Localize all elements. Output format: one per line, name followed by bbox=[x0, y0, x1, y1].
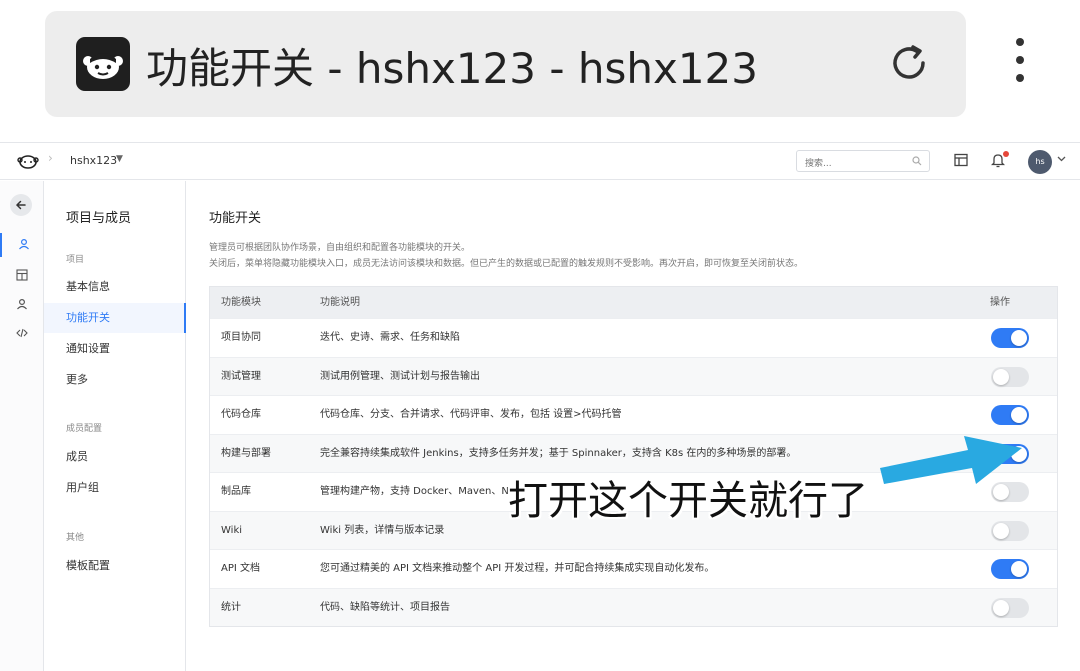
feature-toggle-switch[interactable] bbox=[991, 520, 1029, 541]
toggle-knob bbox=[993, 368, 1009, 385]
table-row: 统计 代码、缺陷等统计、项目报告 bbox=[210, 587, 1057, 626]
more-menu-icon[interactable] bbox=[1004, 38, 1036, 90]
table-header: 功能模块 功能说明 操作 bbox=[210, 287, 1057, 318]
code-icon bbox=[16, 328, 28, 338]
table-row: API 文档 您可通过精美的 API 文档来推动整个 API 开发过程，并可配合持… bbox=[210, 549, 1057, 588]
site-logo-icon[interactable] bbox=[17, 151, 39, 171]
annotation-text: 打开这个开关就行了 bbox=[508, 478, 868, 524]
table-row: 项目协同 迭代、史诗、需求、任务和缺陷 bbox=[210, 318, 1057, 357]
project-switcher[interactable]: hshx123 bbox=[70, 154, 117, 167]
sidebar-group-label: 其他 bbox=[66, 533, 85, 543]
module-name: 制品库 bbox=[221, 486, 251, 497]
search-box[interactable] bbox=[796, 150, 930, 174]
table-row: 测试管理 测试用例管理、测试计划与报告输出 bbox=[210, 356, 1057, 395]
sidebar-item-basic-info[interactable]: 基本信息 bbox=[44, 272, 186, 302]
avatar[interactable]: hs bbox=[1028, 150, 1052, 174]
sidebar-group-label: 项目 bbox=[66, 255, 85, 265]
address-bar[interactable]: 功能开关 - hshx123 - hshx123 bbox=[45, 11, 966, 117]
module-description: Wiki 列表，详情与版本记录 bbox=[320, 524, 445, 536]
toggle-knob bbox=[1011, 561, 1027, 577]
sidebar-item-templates[interactable]: 模板配置 bbox=[44, 551, 186, 581]
chevron-down-icon[interactable] bbox=[1057, 156, 1066, 162]
rail-item-code[interactable] bbox=[0, 322, 44, 346]
column-header: 功能模块 bbox=[221, 297, 261, 308]
module-name: 代码仓库 bbox=[221, 409, 261, 420]
sidebar-group-label: 成员配置 bbox=[66, 424, 103, 434]
sidebar-item-feature-toggles[interactable]: 功能开关 bbox=[44, 303, 186, 333]
description-line: 管理员可根据团队协作场景，自由组织和配置各功能模块的开关。 bbox=[209, 243, 471, 253]
module-description: 测试用例管理、测试计划与报告输出 bbox=[320, 370, 480, 382]
sidebar-item-members[interactable]: 成员 bbox=[44, 442, 186, 472]
sidebar-title: 项目与成员 bbox=[66, 211, 132, 226]
sidebar-item-notifications[interactable]: 通知设置 bbox=[44, 334, 186, 364]
person-icon bbox=[17, 298, 27, 310]
description-line: 关闭后，菜单将隐藏功能模块入口，成员无法访问该模块和数据。但已产生的数据或已配置… bbox=[209, 259, 804, 269]
feature-toggle-switch[interactable] bbox=[991, 328, 1029, 348]
feature-toggle-switch[interactable] bbox=[991, 366, 1029, 387]
module-description: 代码仓库、分支、合并请求、代码评审、发布，包括 设置>代码托管 bbox=[320, 409, 622, 420]
rail-item-board[interactable] bbox=[0, 264, 44, 288]
feature-toggle-switch[interactable] bbox=[991, 597, 1029, 618]
board-icon bbox=[16, 269, 28, 281]
search-icon[interactable] bbox=[912, 156, 922, 166]
notification-badge bbox=[1003, 151, 1009, 157]
app-logo-icon bbox=[76, 37, 130, 91]
module-description: 完全兼容持续集成软件 Jenkins，支持多任务并发；基于 Spinnaker，… bbox=[320, 447, 797, 459]
sidebar-item-more[interactable]: 更多 bbox=[44, 365, 186, 395]
reload-icon[interactable] bbox=[887, 41, 931, 85]
caret-down-icon[interactable]: ▼ bbox=[116, 154, 123, 164]
feature-toggle-switch[interactable] bbox=[991, 559, 1029, 579]
section-title: 功能开关 bbox=[209, 211, 262, 226]
column-header: 功能说明 bbox=[320, 297, 360, 308]
module-name: 统计 bbox=[221, 601, 241, 613]
user-icon bbox=[19, 238, 29, 250]
back-button[interactable] bbox=[10, 194, 32, 216]
feature-toggle-switch[interactable] bbox=[991, 405, 1029, 425]
icon-rail bbox=[0, 181, 44, 671]
site-header: › hshx123 ▼ hs bbox=[0, 142, 1080, 180]
arrow-left-icon bbox=[15, 200, 26, 210]
rail-item-user[interactable] bbox=[0, 293, 44, 317]
settings-sidebar: 项目与成员 项目 基本信息 功能开关 通知设置 更多 成员配置 成员 用户组 其… bbox=[44, 181, 186, 671]
module-description: 代码、缺陷等统计、项目报告 bbox=[320, 601, 450, 613]
rail-item-members[interactable] bbox=[0, 233, 44, 257]
module-name: API 文档 bbox=[221, 563, 260, 574]
column-header: 操作 bbox=[990, 297, 1010, 308]
main-content: 功能开关 管理员可根据团队协作场景，自由组织和配置各功能模块的开关。 关闭后，菜… bbox=[187, 181, 1080, 671]
mobile-browser-bar: 功能开关 - hshx123 - hshx123 bbox=[0, 0, 1080, 142]
breadcrumb-separator: › bbox=[48, 151, 53, 165]
module-description: 您可通过精美的 API 文档来推动整个 API 开发过程，并可配合持续集成实现自… bbox=[320, 563, 715, 574]
workspace-icon[interactable] bbox=[954, 153, 968, 167]
toggle-knob bbox=[993, 599, 1009, 616]
module-description: 迭代、史诗、需求、任务和缺陷 bbox=[320, 332, 460, 343]
annotation-arrow-icon bbox=[880, 436, 1022, 484]
module-name: Wiki bbox=[221, 524, 243, 536]
search-input[interactable] bbox=[805, 154, 905, 174]
module-description: 管理构建产物，支持 Docker、Maven、N bbox=[320, 486, 509, 497]
module-name: 构建与部署 bbox=[221, 447, 271, 459]
module-name: 项目协同 bbox=[221, 332, 261, 343]
sidebar-item-user-groups[interactable]: 用户组 bbox=[44, 473, 186, 503]
page-title: 功能开关 - hshx123 - hshx123 bbox=[146, 44, 758, 93]
module-name: 测试管理 bbox=[221, 370, 261, 382]
toggle-knob bbox=[1011, 330, 1027, 346]
toggle-knob bbox=[1011, 407, 1027, 423]
toggle-knob bbox=[993, 522, 1009, 539]
